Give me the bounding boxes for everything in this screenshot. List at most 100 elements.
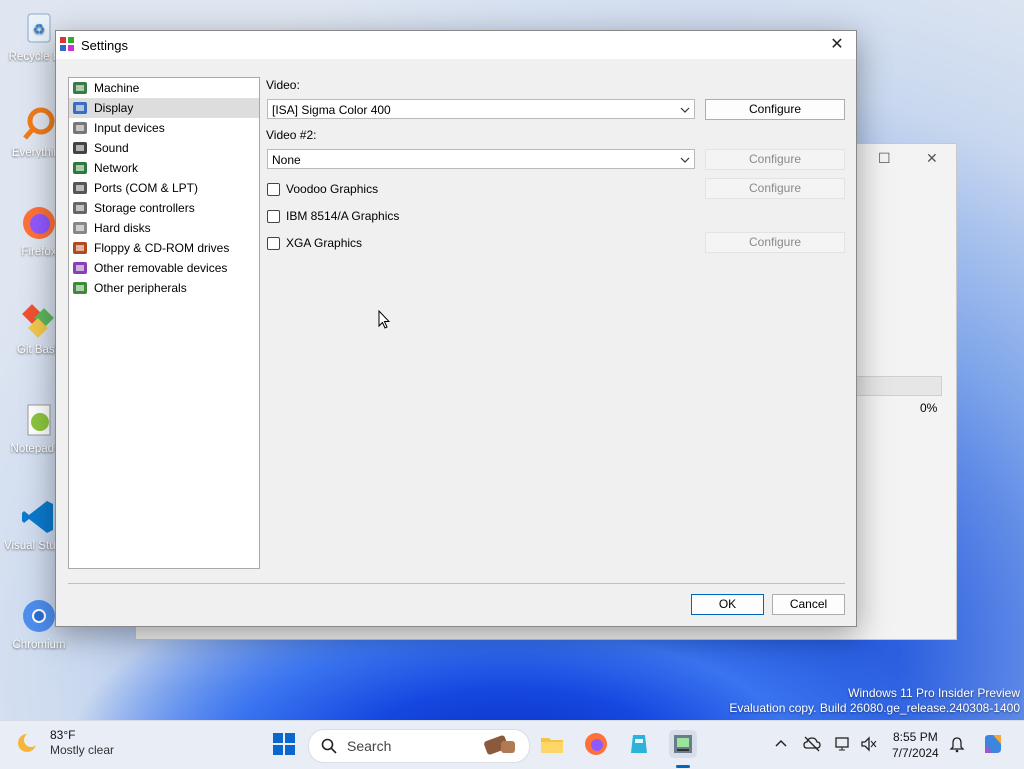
maximize-icon[interactable]: ☐ xyxy=(878,150,891,167)
configure-video-button[interactable]: Configure xyxy=(705,99,845,120)
tree-item-label: Hard disks xyxy=(94,221,151,235)
weather-temperature: 83°F xyxy=(50,728,76,742)
tree-item-removable-devices[interactable]: Other removable devices xyxy=(69,258,259,278)
desktop-icon-label: Chromium xyxy=(12,639,66,651)
tree-item-ports[interactable]: Ports (COM & LPT) xyxy=(69,178,259,198)
tree-item-storage-controllers[interactable]: Storage controllers xyxy=(69,198,259,218)
storage-controllers-icon xyxy=(72,200,88,216)
86box-taskbar-button[interactable] xyxy=(669,730,697,758)
network-icon xyxy=(72,160,88,176)
tree-item-label: Other removable devices xyxy=(94,261,228,275)
firefox-icon xyxy=(582,733,610,761)
chevron-down-icon xyxy=(680,104,690,114)
checkbox[interactable] xyxy=(267,209,280,223)
dialog-titlebar[interactable]: Settings ✕ xyxy=(56,31,856,59)
search-placeholder: Search xyxy=(347,738,392,754)
taskbar-search[interactable]: Search xyxy=(308,729,530,763)
tree-item-label: Sound xyxy=(94,141,129,155)
clock-time: 8:55 PM xyxy=(893,730,938,744)
taskbar: 83°F Mostly clear Search 8:55 PM 7/7/202… xyxy=(0,720,1024,769)
video-select[interactable]: [ISA] Sigma Color 400 xyxy=(267,99,695,119)
removable-devices-icon xyxy=(72,260,88,276)
configure-voodoo-button[interactable]: Configure xyxy=(705,178,845,199)
app-icon xyxy=(60,37,74,51)
floppy-cdrom-icon xyxy=(72,240,88,256)
sound-icon xyxy=(72,140,88,156)
weather-description: Mostly clear xyxy=(50,743,115,757)
tree-item-network[interactable]: Network xyxy=(69,158,259,178)
network-icon[interactable] xyxy=(834,735,852,753)
configure-video2-button[interactable]: Configure xyxy=(705,149,845,170)
chevron-down-icon xyxy=(680,154,690,164)
ibm-8514a-label: IBM 8514/A Graphics xyxy=(286,209,400,223)
hard-disks-icon xyxy=(72,220,88,236)
git-bash-icon xyxy=(19,301,59,341)
tree-item-label: Display xyxy=(94,101,134,115)
tree-item-label: Machine xyxy=(94,81,140,95)
tree-item-input-devices[interactable]: Input devices xyxy=(69,118,259,138)
notepadpp-icon xyxy=(19,400,59,440)
video2-select-value: None xyxy=(272,153,301,167)
copilot-icon[interactable] xyxy=(981,732,1005,756)
tree-item-label: Ports (COM & LPT) xyxy=(94,181,199,195)
cancel-button[interactable]: Cancel xyxy=(772,594,845,615)
search-icon xyxy=(321,738,337,754)
search-highlight-icon xyxy=(481,732,521,761)
configure-xga-button[interactable]: Configure xyxy=(705,232,845,253)
divider xyxy=(68,583,845,584)
tree-item-label: Network xyxy=(94,161,139,175)
close-icon[interactable]: ✕ xyxy=(824,33,850,57)
everything-search-icon xyxy=(19,104,59,144)
tree-item-label: Other peripherals xyxy=(94,281,187,295)
package-icon xyxy=(625,735,653,761)
firefox-taskbar-button[interactable] xyxy=(582,730,610,758)
tree-item-floppy-cdrom[interactable]: Floppy & CD-ROM drives xyxy=(69,238,259,258)
tree-item-label: Input devices xyxy=(94,121,165,135)
ports-icon xyxy=(72,180,88,196)
tree-item-display[interactable]: Display xyxy=(69,98,259,118)
recycle-bin-icon: ♻ xyxy=(19,8,59,48)
input-devices-icon xyxy=(72,120,88,136)
checkbox[interactable] xyxy=(267,236,280,250)
ok-button[interactable]: OK xyxy=(691,594,764,615)
tree-item-peripherals[interactable]: Other peripherals xyxy=(69,278,259,298)
display-icon xyxy=(72,100,88,116)
xga-graphics-label: XGA Graphics xyxy=(286,236,363,250)
volume-muted-icon[interactable] xyxy=(860,735,878,753)
xga-graphics-checkbox[interactable]: XGA Graphics xyxy=(267,236,362,250)
video2-label: Video #2: xyxy=(266,128,317,142)
voodoo-graphics-checkbox[interactable]: Voodoo Graphics xyxy=(267,182,378,196)
svg-text:♻: ♻ xyxy=(33,21,46,37)
video-label: Video: xyxy=(266,78,300,92)
chevron-up-icon[interactable] xyxy=(772,735,790,753)
file-explorer-taskbar-button[interactable] xyxy=(538,730,566,758)
cloud-offline-icon[interactable] xyxy=(803,735,821,753)
tree-item-sound[interactable]: Sound xyxy=(69,138,259,158)
settings-dialog: Settings ✕ Machine Display Input devices So… xyxy=(55,30,857,627)
notification-bell-icon[interactable] xyxy=(948,735,966,753)
vscode-icon xyxy=(19,497,59,537)
firefox-icon xyxy=(19,203,59,243)
86box-icon xyxy=(669,735,697,761)
tree-item-label: Floppy & CD-ROM drives xyxy=(94,241,230,255)
progress-bar xyxy=(854,376,942,396)
folder-icon xyxy=(538,738,566,761)
weather-widget[interactable]: 83°F Mostly clear xyxy=(16,728,114,758)
start-button[interactable] xyxy=(270,730,298,758)
watermark-line1: Windows 11 Pro Insider Preview xyxy=(848,686,1020,700)
store-taskbar-button[interactable] xyxy=(625,730,653,758)
progress-percent: 0% xyxy=(920,401,938,415)
os-watermark: Windows 11 Pro Insider Preview Evaluatio… xyxy=(729,686,1020,716)
system-clock[interactable]: 8:55 PM 7/7/2024 xyxy=(892,729,939,761)
tree-item-machine[interactable]: Machine xyxy=(69,78,259,98)
peripherals-icon xyxy=(72,280,88,296)
video-select-value: [ISA] Sigma Color 400 xyxy=(272,103,391,117)
close-icon[interactable]: ✕ xyxy=(926,150,938,167)
tree-item-hard-disks[interactable]: Hard disks xyxy=(69,218,259,238)
checkbox[interactable] xyxy=(267,182,280,196)
clock-date: 7/7/2024 xyxy=(892,746,939,760)
tree-item-label: Storage controllers xyxy=(94,201,195,215)
ibm-8514a-checkbox[interactable]: IBM 8514/A Graphics xyxy=(267,209,399,223)
video2-select[interactable]: None xyxy=(267,149,695,169)
weather-moon-icon xyxy=(16,732,38,754)
